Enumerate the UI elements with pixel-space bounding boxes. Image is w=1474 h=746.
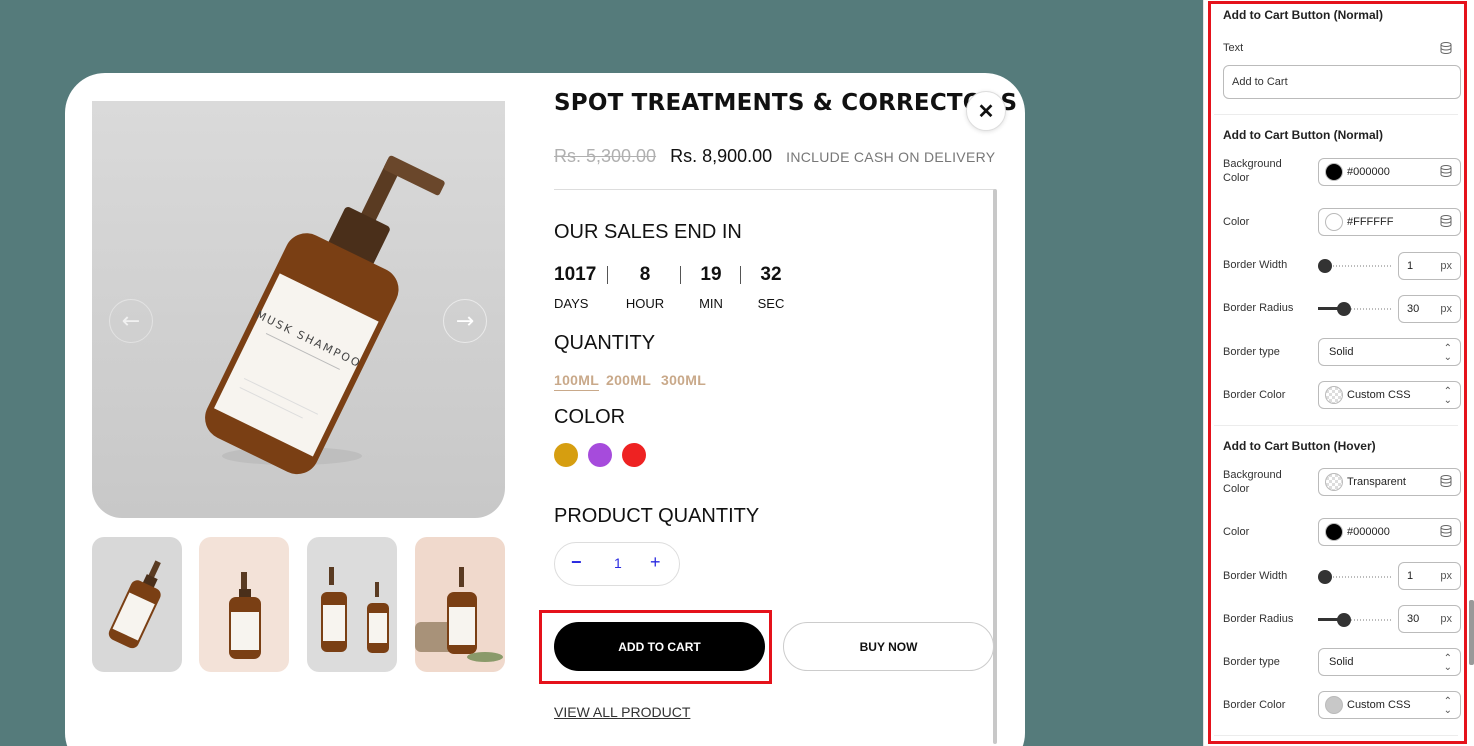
countdown-sec-value: 32: [760, 264, 782, 285]
prev-image-button[interactable]: ←: [109, 299, 153, 343]
quantity-stepper: − 1 +: [554, 542, 680, 586]
thumbnail-4[interactable]: [415, 537, 505, 672]
page-scrollbar[interactable]: [1469, 600, 1474, 665]
color-swatch-red[interactable]: [622, 443, 646, 467]
panel-highlight: [1208, 1, 1467, 744]
close-button[interactable]: ✕: [966, 91, 1006, 131]
color-swatch-gold[interactable]: [554, 443, 578, 467]
countdown-min-value: 19: [700, 264, 722, 285]
arrow-right-icon: →: [455, 308, 475, 334]
close-icon: ✕: [977, 100, 995, 123]
add-to-cart-highlight: [539, 610, 772, 684]
quantity-option-100ml[interactable]: 100ML: [554, 372, 600, 391]
next-image-button[interactable]: →: [443, 299, 487, 343]
price-row: Rs. 5,300.00 Rs. 8,900.00 INCLUDE CASH O…: [554, 146, 995, 167]
color-title: COLOR: [554, 406, 626, 428]
countdown-hour-value: 8: [639, 264, 651, 285]
buy-now-button[interactable]: BUY NOW: [783, 622, 994, 671]
product-main-image: MUSK SHAMPOO ← →: [92, 101, 505, 518]
product-quantity-title: PRODUCT QUANTITY: [554, 505, 760, 527]
view-all-product-link[interactable]: VIEW ALL PRODUCT: [554, 704, 690, 720]
product-title: SPOT TREATMENTS & CORRECTORS: [554, 90, 1018, 116]
countdown-separator: [680, 266, 681, 284]
quantity-option-200ml[interactable]: 200ML: [606, 372, 651, 388]
thumbnail-strip: [92, 537, 505, 672]
countdown-title: OUR SALES END IN: [554, 221, 742, 243]
decrement-button[interactable]: −: [571, 552, 582, 573]
countdown-sec-label: SEC: [757, 296, 785, 311]
arrow-left-icon: ←: [121, 308, 141, 334]
modal-scrollbar[interactable]: [993, 189, 997, 744]
countdown-separator: [740, 266, 741, 284]
thumbnail-1[interactable]: [92, 537, 182, 672]
color-swatch-purple[interactable]: [588, 443, 612, 467]
countdown-separator: [607, 266, 608, 284]
sale-price: Rs. 8,900.00: [670, 146, 773, 166]
quantity-option-300ml[interactable]: 300ML: [661, 372, 706, 388]
thumbnail-2[interactable]: [199, 537, 289, 672]
shampoo-bottle-image: MUSK SHAMPOO: [205, 155, 445, 475]
countdown-hour-label: HOUR: [625, 296, 665, 311]
increment-button[interactable]: +: [650, 552, 661, 573]
quantity-title: QUANTITY: [554, 332, 656, 354]
countdown-min-label: MIN: [699, 296, 723, 311]
countdown-days-value: 1017: [554, 264, 597, 285]
quantity-value[interactable]: 1: [614, 555, 622, 571]
divider: [554, 189, 994, 190]
original-price: Rs. 5,300.00: [554, 146, 657, 166]
countdown-days-label: DAYS: [554, 296, 589, 311]
quick-view-modal: MUSK SHAMPOO ← → SPOT TREATMENTS & CORRE…: [65, 73, 1025, 746]
price-note: INCLUDE CASH ON DELIVERY: [786, 149, 996, 165]
thumbnail-3[interactable]: [307, 537, 397, 672]
